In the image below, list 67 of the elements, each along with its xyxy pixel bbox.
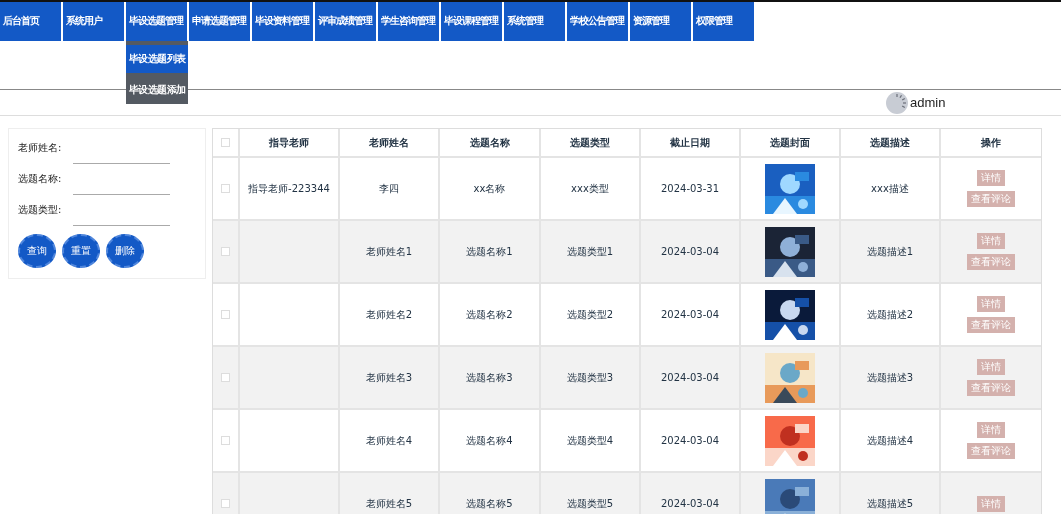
table-cell: 选题描述4 (866, 433, 914, 448)
table-cell: xx名称 (473, 181, 506, 196)
field-label: 老师姓名: (18, 141, 63, 155)
checkbox[interactable] (221, 247, 230, 256)
table-cell: 2024-03-04 (660, 372, 720, 383)
table-cell: 老师姓名2 (365, 307, 413, 322)
checkbox[interactable] (221, 138, 230, 147)
table-cell: 老师姓名5 (365, 496, 413, 511)
column-header: 操作 (980, 135, 1002, 150)
column-header: 老师姓名 (340, 129, 440, 156)
table-cell: 选题类型3 (566, 370, 614, 385)
table-cell: 选题类型2 (566, 307, 614, 322)
table-cell: 选题类型4 (566, 433, 614, 448)
nav-item[interactable]: 评审成绩管理 (315, 2, 376, 41)
table-cell: 2024-03-04 (660, 246, 720, 257)
table-cell: xxx类型 (571, 181, 609, 196)
column-header: 选题名称 (440, 129, 541, 156)
table-cell: 选题描述3 (866, 370, 914, 385)
nav-item[interactable]: 系统用户 (63, 2, 124, 41)
action-button[interactable]: 删除 (106, 234, 144, 268)
table-cell: 选题名称1 (466, 244, 513, 259)
nav-item[interactable]: 学校公告管理 (567, 2, 628, 41)
action-button[interactable]: 查询 (18, 234, 56, 268)
field-label: 选题名称: (18, 172, 63, 186)
table-cell: 选题名称5 (466, 496, 513, 511)
column-header: 指导老师 (240, 129, 340, 156)
nav-item[interactable]: 毕设课程管理 (441, 2, 502, 41)
table-cell: 2024-03-31 (660, 183, 720, 194)
table-cell: 选题名称2 (466, 307, 513, 322)
nav-item[interactable]: 学生咨询管理 (378, 2, 439, 41)
table-cell: 指导老师-223344 (248, 181, 330, 196)
column-header: 截止日期 (641, 129, 741, 156)
table-cell: 李四 (379, 181, 399, 196)
user-name: admin (910, 95, 946, 110)
table-cell: 老师姓名3 (365, 370, 413, 385)
checkbox[interactable] (221, 184, 230, 193)
checkbox[interactable] (221, 373, 230, 382)
checkbox[interactable] (221, 499, 230, 508)
table-cell: 选题类型5 (566, 496, 614, 511)
field-label: 选题类型: (18, 203, 63, 217)
column-header: 选题封面 (741, 129, 841, 156)
table-cell: 选题描述2 (866, 307, 914, 322)
table-cell: 2024-03-04 (660, 309, 720, 320)
nav-item[interactable]: 毕设资料管理 (252, 2, 313, 41)
nav-item[interactable]: 毕设选题管理 (126, 2, 187, 41)
nav-item[interactable]: 后台首页 (0, 2, 61, 41)
table-cell: 2024-03-04 (660, 498, 720, 509)
table-cell: 老师姓名4 (365, 433, 413, 448)
checkbox[interactable] (221, 310, 230, 319)
table-cell: 老师姓名1 (365, 244, 413, 259)
table-cell: 选题名称3 (466, 370, 513, 385)
action-button[interactable]: 重置 (62, 234, 100, 268)
column-header: 选题描述 (841, 129, 941, 156)
nav-item[interactable]: 资源管理 (630, 2, 691, 41)
table-cell: 选题名称4 (466, 433, 513, 448)
dropdown-item[interactable]: 毕设选题列表 (126, 45, 188, 73)
nav-item[interactable]: 权限管理 (693, 2, 754, 41)
table-cell: 选题描述1 (866, 244, 914, 259)
table-cell: 选题描述5 (866, 496, 914, 511)
table-cell: 2024-03-04 (660, 435, 720, 446)
nav-item[interactable]: 系统管理 (504, 2, 565, 41)
column-header: 选题类型 (541, 129, 641, 156)
table-cell: 选题类型1 (566, 244, 614, 259)
nav-item[interactable]: 申请选题管理 (189, 2, 250, 41)
table-cell: xxx描述 (871, 181, 909, 196)
avatar-icon (886, 91, 908, 114)
checkbox[interactable] (221, 436, 230, 445)
